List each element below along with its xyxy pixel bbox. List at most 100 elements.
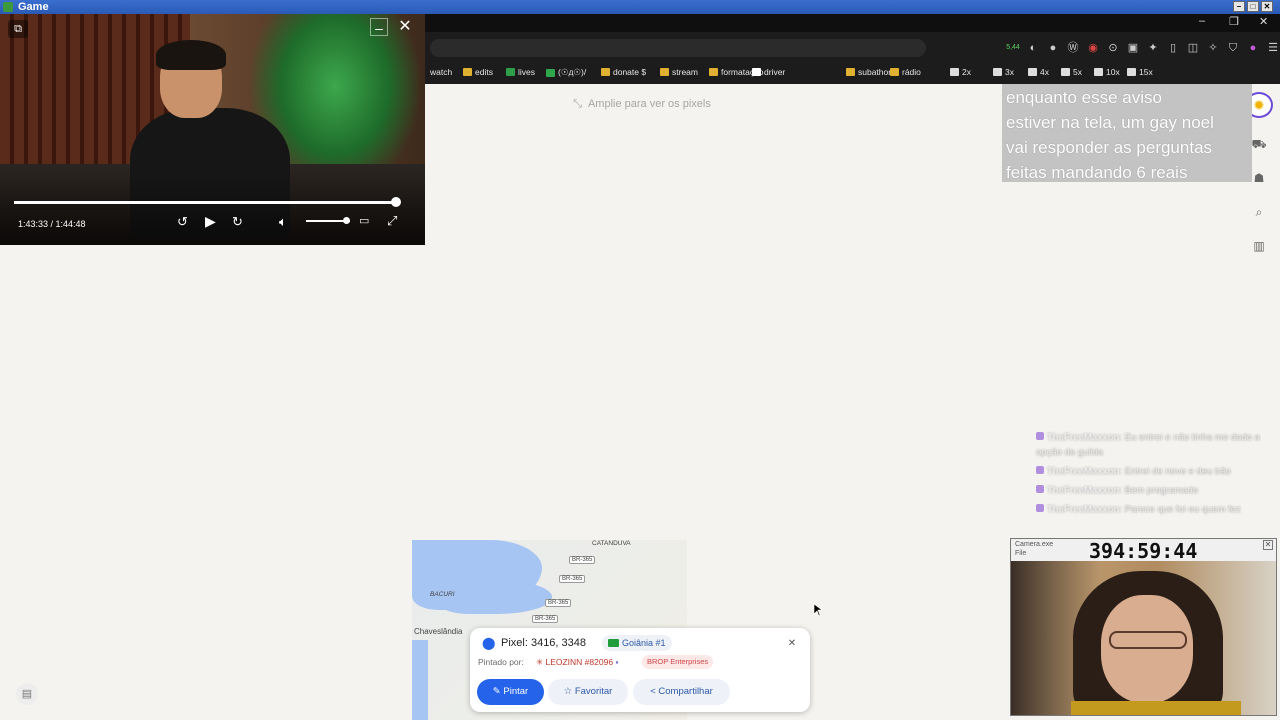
pip-video-player[interactable]: ⧉ – ✕ 1:43:33 / 1:44:48 ↺ ▶ ↻ 🔈︎ ▭ ⤢ xyxy=(0,14,425,245)
browser-minimize-button[interactable]: – xyxy=(1199,15,1205,27)
extension-icons: 5,44 ◐ ● Ⓦ ◉ ⊙ ▣ ✦ ▯ ◫ ✧ ⛉ ● ☰ xyxy=(1005,40,1280,56)
map-label: CATANDUVA xyxy=(592,540,631,547)
webcam-window: Camera.exe File 394:59:44 ✕ xyxy=(1010,538,1277,716)
extension-badge-icon[interactable]: 5,44 xyxy=(1005,40,1021,56)
captions-icon[interactable]: ▭ xyxy=(359,214,369,227)
bookmark-item[interactable]: rádio xyxy=(890,67,921,77)
pixel-info-card: ⬤ Pixel: 3416, 3348 Goiânia #1 ✕ Pintado… xyxy=(470,628,810,712)
bookmark-label: 10x xyxy=(1106,67,1120,77)
extension-icon[interactable]: ◉ xyxy=(1085,40,1101,56)
person-hair xyxy=(156,40,226,70)
stream-chat: TheFreeMaxxon: Eu entrei e não tinha me … xyxy=(1036,430,1276,521)
folder-icon xyxy=(660,68,669,76)
streamer-shirt xyxy=(1071,701,1241,715)
layers-button[interactable]: ▤ xyxy=(16,683,38,705)
map-label: BACURI xyxy=(430,591,455,598)
close-window-button[interactable]: ✕ xyxy=(1261,1,1273,12)
video-controls-shade xyxy=(0,174,425,245)
region-badge[interactable]: Goiânia #1 xyxy=(602,635,672,651)
webcam-feed xyxy=(1011,561,1276,715)
bookmark-item[interactable]: 15x xyxy=(1127,67,1153,77)
maximize-window-button[interactable]: □ xyxy=(1247,1,1259,12)
bookmark-item[interactable]: 4x xyxy=(1028,67,1049,77)
close-webcam-button[interactable]: ✕ xyxy=(1263,540,1273,550)
extension-icon[interactable]: ● xyxy=(1045,40,1061,56)
video-seek-bar[interactable] xyxy=(14,197,402,207)
extension-icon[interactable]: ◐ xyxy=(1025,40,1041,56)
map-label: Chaveslândia xyxy=(414,627,463,636)
bookmark-item[interactable]: driver xyxy=(752,67,785,77)
extension-icon[interactable]: ▣ xyxy=(1125,40,1141,56)
bookmark-item[interactable]: (☉д☉)/ xyxy=(546,67,586,78)
profile-icon[interactable]: ● xyxy=(1245,40,1261,56)
folder-icon xyxy=(846,68,855,76)
bookmark-label: 15x xyxy=(1139,67,1153,77)
folder-icon xyxy=(1127,68,1136,76)
minimize-window-button[interactable]: – xyxy=(1233,1,1245,12)
address-bar[interactable] xyxy=(430,39,926,57)
window-title-bar: Game – □ ✕ xyxy=(0,0,1280,14)
extension-icon[interactable]: ◫ xyxy=(1185,40,1201,56)
painter-name[interactable]: ✳ LEOZINN #82096 ▪ xyxy=(536,657,618,668)
road-label: BR-365 xyxy=(545,599,572,607)
bookmark-item[interactable]: stream xyxy=(660,67,698,77)
favorite-button[interactable]: ☆ Favoritar xyxy=(548,679,628,705)
bookmark-label: 3x xyxy=(1005,67,1014,77)
folder-icon xyxy=(752,68,761,76)
shield-icon[interactable]: ⛉ xyxy=(1225,40,1241,56)
fullscreen-icon[interactable]: ⤢ xyxy=(387,213,397,229)
seek-fill xyxy=(14,201,397,204)
volume-slider[interactable] xyxy=(306,217,350,224)
alliance-badge[interactable]: BROP Enterprises xyxy=(642,655,714,669)
folder-icon xyxy=(890,68,899,76)
bookmark-item[interactable]: 10x xyxy=(1094,67,1120,77)
extension-icon[interactable]: Ⓦ xyxy=(1065,40,1081,56)
leaderboard-icon[interactable]: ▥ xyxy=(1247,234,1271,258)
puzzle-icon[interactable]: ✦ xyxy=(1145,40,1161,56)
chat-text: : Parece que foi eu quem fez xyxy=(1119,504,1241,515)
paint-button[interactable]: ✎ Pintar xyxy=(477,679,544,705)
chat-message: TheFreeMaxxon: Eu entrei e não tinha me … xyxy=(1036,430,1276,460)
bookmark-label: (☉д☉)/ xyxy=(558,67,587,77)
chat-badge-icon xyxy=(1036,504,1044,512)
bookmark-item[interactable]: edits xyxy=(463,67,493,77)
forward-icon[interactable]: ↻ xyxy=(232,214,243,230)
bookmark-item[interactable]: donate $ xyxy=(601,67,646,77)
menu-icon[interactable]: ☰ xyxy=(1265,40,1280,56)
folder-icon xyxy=(1094,68,1103,76)
extension-icon[interactable]: ⊙ xyxy=(1105,40,1121,56)
volume-knob[interactable] xyxy=(343,217,350,224)
sidebar-icon[interactable]: ▯ xyxy=(1165,40,1181,56)
bookmark-label: stream xyxy=(672,67,698,77)
folder-icon xyxy=(1061,68,1070,76)
close-card-button[interactable]: ✕ xyxy=(784,636,800,652)
bookmark-item[interactable]: 2x xyxy=(950,67,971,77)
search-icon[interactable]: ⌕ xyxy=(1247,200,1271,224)
browser-close-button[interactable]: ✕ xyxy=(1259,15,1268,28)
share-label: Compartilhar xyxy=(658,686,713,697)
folder-icon xyxy=(506,68,515,76)
map-water xyxy=(442,580,552,614)
browser-restore-button[interactable]: ❐ xyxy=(1229,15,1239,28)
bookmark-item[interactable]: watch xyxy=(430,67,452,77)
pip-minimize-button[interactable]: – xyxy=(370,18,388,36)
play-icon[interactable]: ▶ xyxy=(205,213,216,230)
bookmark-item[interactable]: lives xyxy=(506,67,535,77)
bookmark-item[interactable]: subathon xyxy=(846,67,893,77)
bookmark-label: 2x xyxy=(962,67,971,77)
extension-icon[interactable]: ✧ xyxy=(1205,40,1221,56)
back-to-tab-icon[interactable]: ⧉ xyxy=(8,20,28,38)
bookmark-item[interactable]: 3x xyxy=(993,67,1014,77)
webcam-menu[interactable]: File xyxy=(1015,550,1026,557)
volume-icon[interactable]: 🔈︎ xyxy=(279,214,287,230)
pip-close-button[interactable]: ✕ xyxy=(396,18,414,36)
road-label: BR-365 xyxy=(569,556,596,564)
chat-badge-icon xyxy=(1036,485,1044,493)
webcam-title: Camera.exe xyxy=(1015,541,1054,548)
brazil-flag-icon xyxy=(608,639,619,647)
share-button[interactable]: < Compartilhar xyxy=(633,679,730,705)
bookmark-item[interactable]: 5x xyxy=(1061,67,1082,77)
folder-icon xyxy=(601,68,610,76)
rewind-icon[interactable]: ↺ xyxy=(177,214,188,230)
folder-icon xyxy=(993,68,1002,76)
